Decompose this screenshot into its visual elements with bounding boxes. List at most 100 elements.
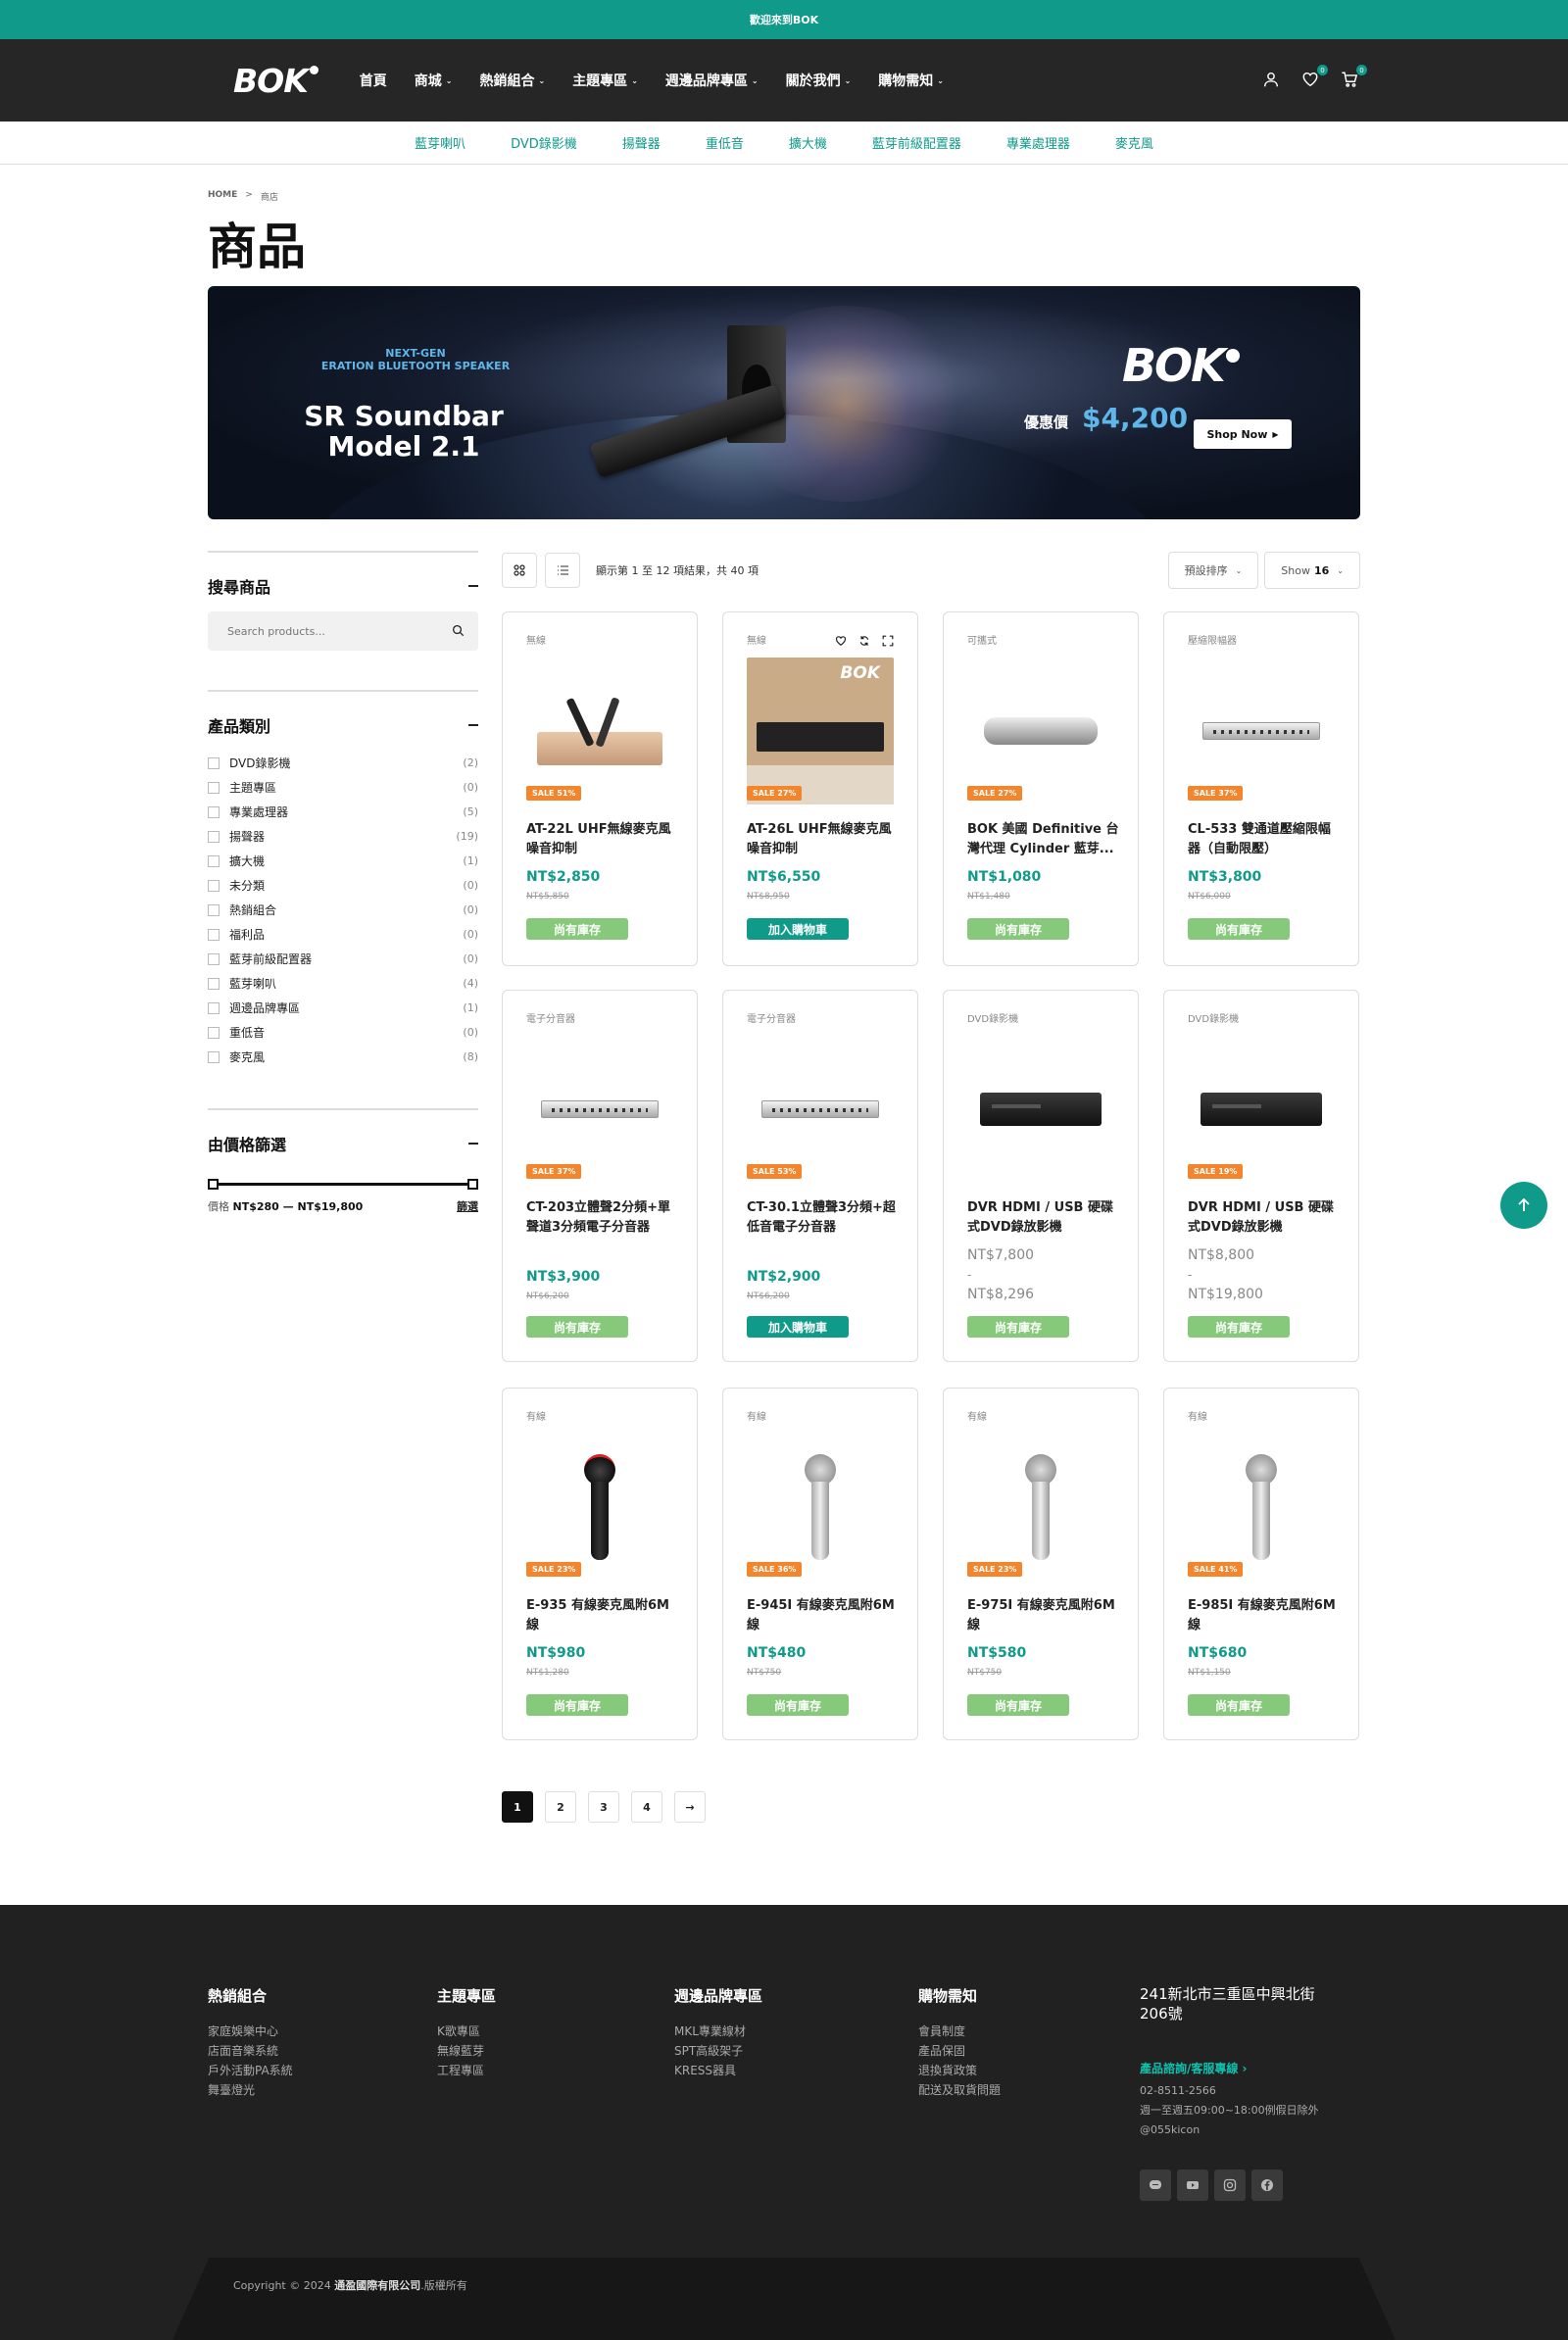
in-stock-button[interactable]: 尚有庫存 xyxy=(1188,1694,1290,1716)
wishlist-heart-icon[interactable] xyxy=(835,632,847,651)
in-stock-button[interactable]: 尚有庫存 xyxy=(747,1694,849,1716)
category-item[interactable]: 熱銷組合 (0) xyxy=(208,898,478,922)
in-stock-button[interactable]: 尚有庫存 xyxy=(526,1316,628,1338)
product-image-area[interactable]: BOK xyxy=(747,658,894,804)
in-stock-button[interactable]: 尚有庫存 xyxy=(1188,1316,1290,1338)
product-name[interactable]: E-985I 有線麥克風附6M線 xyxy=(1188,1596,1343,1635)
next-page-button[interactable]: → xyxy=(674,1791,706,1823)
grid-view-button[interactable] xyxy=(502,553,537,588)
category-item[interactable]: 專業處理器 (5) xyxy=(208,800,478,824)
footer-link[interactable]: 家庭娛樂中心 xyxy=(208,2022,293,2041)
category-checkbox[interactable] xyxy=(208,879,220,892)
in-stock-button[interactable]: 尚有庫存 xyxy=(967,918,1069,940)
product-name[interactable]: E-935 有線麥克風附6M線 xyxy=(526,1596,681,1635)
nav-item-1[interactable]: 商城 ⌄ xyxy=(401,71,466,90)
product-card[interactable]: 電子分音器 SALE 53% CT-30.1立體聲3分頻+超低音電子分音器 NT$2,… xyxy=(722,990,918,1362)
show-count-select[interactable]: Show 16 ⌄ xyxy=(1264,552,1360,589)
compare-icon[interactable] xyxy=(858,632,870,651)
facebook-icon[interactable] xyxy=(1251,2169,1283,2201)
search-icon[interactable] xyxy=(452,622,465,641)
list-view-button[interactable] xyxy=(545,553,580,588)
product-card[interactable]: 無線 BOK SALE 27% AT-26L UHF無線麥克風噪音抑制 NT$6,550… xyxy=(722,611,918,966)
collapse-minus-icon[interactable] xyxy=(468,1143,478,1145)
footer-link[interactable]: MKL專業線材 xyxy=(674,2022,762,2041)
footer-link[interactable]: 產品保固 xyxy=(918,2041,1001,2061)
subnav-item[interactable]: 揚聲器 xyxy=(622,133,661,152)
sort-select[interactable]: 預設排序 ⌄ xyxy=(1167,552,1259,589)
filter-link[interactable]: 篩選 xyxy=(457,1198,478,1214)
category-checkbox[interactable] xyxy=(208,830,220,843)
add-to-cart-button[interactable]: 加入購物車 xyxy=(747,918,849,940)
footer-link[interactable]: 工程專區 xyxy=(437,2061,496,2080)
product-card[interactable]: 有線 SALE 36% E-945I 有線麥克風附6M線 NT$480 NT$750 尚有… xyxy=(722,1388,918,1740)
category-item[interactable]: 擴大機 (1) xyxy=(208,849,478,873)
product-card[interactable]: DVD錄影機 SALE 19% DVR HDMI / USB 硬碟式DVD錄放影機 N… xyxy=(1163,990,1359,1362)
category-item[interactable]: 麥克風 (8) xyxy=(208,1045,478,1069)
nav-item-4[interactable]: 週邊品牌專區 ⌄ xyxy=(652,71,772,90)
product-name[interactable]: CT-30.1立體聲3分頻+超低音電子分音器 xyxy=(747,1198,902,1238)
nav-item-0[interactable]: 首頁 xyxy=(346,71,401,90)
in-stock-button[interactable]: 尚有庫存 xyxy=(967,1316,1069,1338)
footer-link[interactable]: 會員制度 xyxy=(918,2022,1001,2041)
category-checkbox[interactable] xyxy=(208,952,220,965)
product-image-area[interactable] xyxy=(747,1434,894,1581)
product-image-area[interactable] xyxy=(526,1434,673,1581)
product-image-area[interactable] xyxy=(1188,658,1335,804)
footer-link[interactable]: 無線藍芽 xyxy=(437,2041,496,2061)
page-button[interactable]: 4 xyxy=(631,1791,662,1823)
product-image-area[interactable] xyxy=(526,1036,673,1183)
product-name[interactable]: DVR HDMI / USB 硬碟式DVD錄放影機 xyxy=(967,1198,1122,1238)
price-range-min-handle[interactable] xyxy=(208,1179,219,1190)
cart-icon[interactable]: 0 xyxy=(1341,65,1367,90)
collapse-minus-icon[interactable] xyxy=(468,724,478,726)
footer-link[interactable]: 舞臺燈光 xyxy=(208,2080,293,2100)
category-item[interactable]: 週邊品牌專區 (1) xyxy=(208,996,478,1020)
product-name[interactable]: CL-533 雙通道壓縮限幅器（自動限壓） xyxy=(1188,820,1343,859)
footer-link[interactable]: 退換貨政策 xyxy=(918,2061,1001,2080)
category-checkbox[interactable] xyxy=(208,1050,220,1063)
breadcrumb-home[interactable]: HOME xyxy=(208,190,237,203)
product-image-area[interactable] xyxy=(967,1434,1114,1581)
category-item[interactable]: 藍芽前級配置器 (0) xyxy=(208,947,478,971)
product-image-area[interactable] xyxy=(526,658,673,804)
category-item[interactable]: 主題專區 (0) xyxy=(208,775,478,800)
product-name[interactable]: DVR HDMI / USB 硬碟式DVD錄放影機 xyxy=(1188,1198,1343,1238)
page-button[interactable]: 2 xyxy=(545,1791,576,1823)
product-name[interactable]: AT-22L UHF無線麥克風噪音抑制 xyxy=(526,820,681,859)
nav-item-3[interactable]: 主題專區 ⌄ xyxy=(559,71,652,90)
product-image-area[interactable] xyxy=(1188,1036,1335,1183)
subnav-item[interactable]: DVD錄影機 xyxy=(511,133,577,152)
product-card[interactable]: 有線 SALE 23% E-975I 有線麥克風附6M線 NT$580 NT$750 尚有… xyxy=(943,1388,1139,1740)
product-card[interactable]: 有線 SALE 23% E-935 有線麥克風附6M線 NT$980 NT$1,280 尚… xyxy=(502,1388,698,1740)
category-checkbox[interactable] xyxy=(208,977,220,990)
quick-view-expand-icon[interactable] xyxy=(882,632,894,651)
footer-link[interactable]: 戶外活動PA系統 xyxy=(208,2061,293,2080)
category-item[interactable]: 未分類 (0) xyxy=(208,873,478,898)
collapse-minus-icon[interactable] xyxy=(468,585,478,587)
subnav-item[interactable]: 藍芽喇叭 xyxy=(415,133,466,152)
category-checkbox[interactable] xyxy=(208,805,220,818)
in-stock-button[interactable]: 尚有庫存 xyxy=(1188,918,1290,940)
subnav-item[interactable]: 專業處理器 xyxy=(1006,133,1070,152)
instagram-icon[interactable] xyxy=(1214,2169,1246,2201)
category-item[interactable]: 福利品 (0) xyxy=(208,922,478,947)
nav-item-2[interactable]: 熱銷組合 ⌄ xyxy=(466,71,559,90)
category-checkbox[interactable] xyxy=(208,1026,220,1039)
category-item[interactable]: 藍芽喇叭 (4) xyxy=(208,971,478,996)
product-card[interactable]: 電子分音器 SALE 37% CT-203立體聲2分頻+單聲道3分頻電子分音器 NT$… xyxy=(502,990,698,1362)
footer-link[interactable]: K歌專區 xyxy=(437,2022,496,2041)
category-item[interactable]: 重低音 (0) xyxy=(208,1020,478,1045)
nav-item-6[interactable]: 購物需知 ⌄ xyxy=(864,71,957,90)
support-link[interactable]: 產品諮詢/客服專線 › xyxy=(1140,2060,1248,2076)
shop-now-button[interactable]: Shop Now ▶ xyxy=(1194,419,1292,449)
search-input[interactable] xyxy=(227,624,452,638)
product-card[interactable]: 無線 SALE 51% AT-22L UHF無線麥克風噪音抑制 NT$2,850 NT$… xyxy=(502,611,698,966)
in-stock-button[interactable]: 尚有庫存 xyxy=(526,918,628,940)
footer-link[interactable]: SPT高級架子 xyxy=(674,2041,762,2061)
product-name[interactable]: E-945I 有線麥克風附6M線 xyxy=(747,1596,902,1635)
product-card[interactable]: 可攜式 SALE 27% BOK 美國 Definitive 台灣代理 Cylind… xyxy=(943,611,1139,966)
in-stock-button[interactable]: 尚有庫存 xyxy=(526,1694,628,1716)
subnav-item[interactable]: 重低音 xyxy=(706,133,744,152)
footer-link[interactable]: 店面音樂系統 xyxy=(208,2041,293,2061)
category-checkbox[interactable] xyxy=(208,854,220,867)
